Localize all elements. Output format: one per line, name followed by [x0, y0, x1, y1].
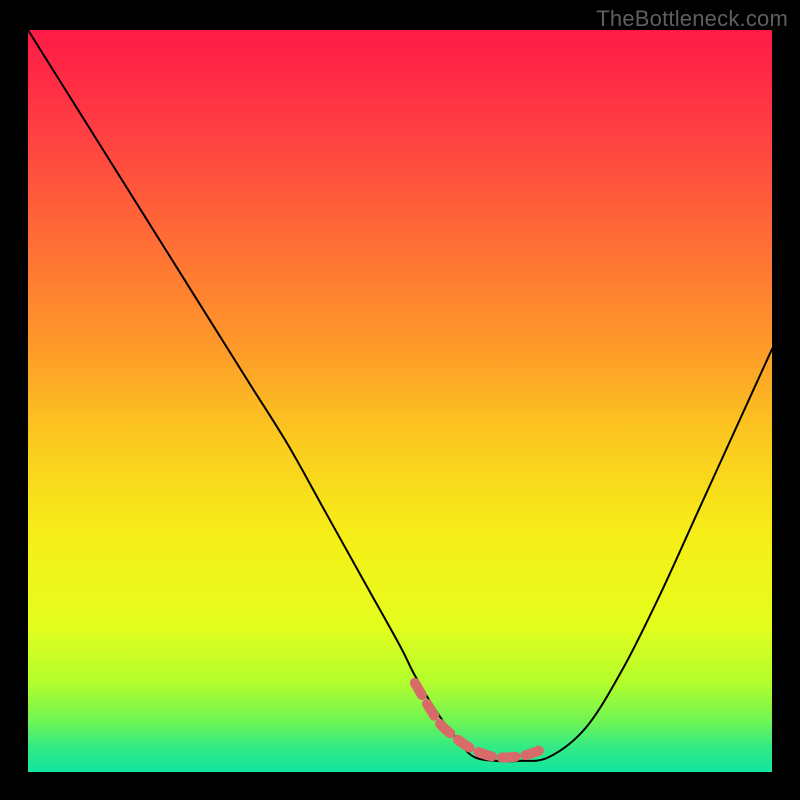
watermark-text: TheBottleneck.com — [596, 6, 788, 32]
plot-svg — [28, 30, 772, 772]
gradient-background — [28, 30, 772, 772]
chart-frame: TheBottleneck.com — [0, 0, 800, 800]
plot-area — [28, 30, 772, 772]
